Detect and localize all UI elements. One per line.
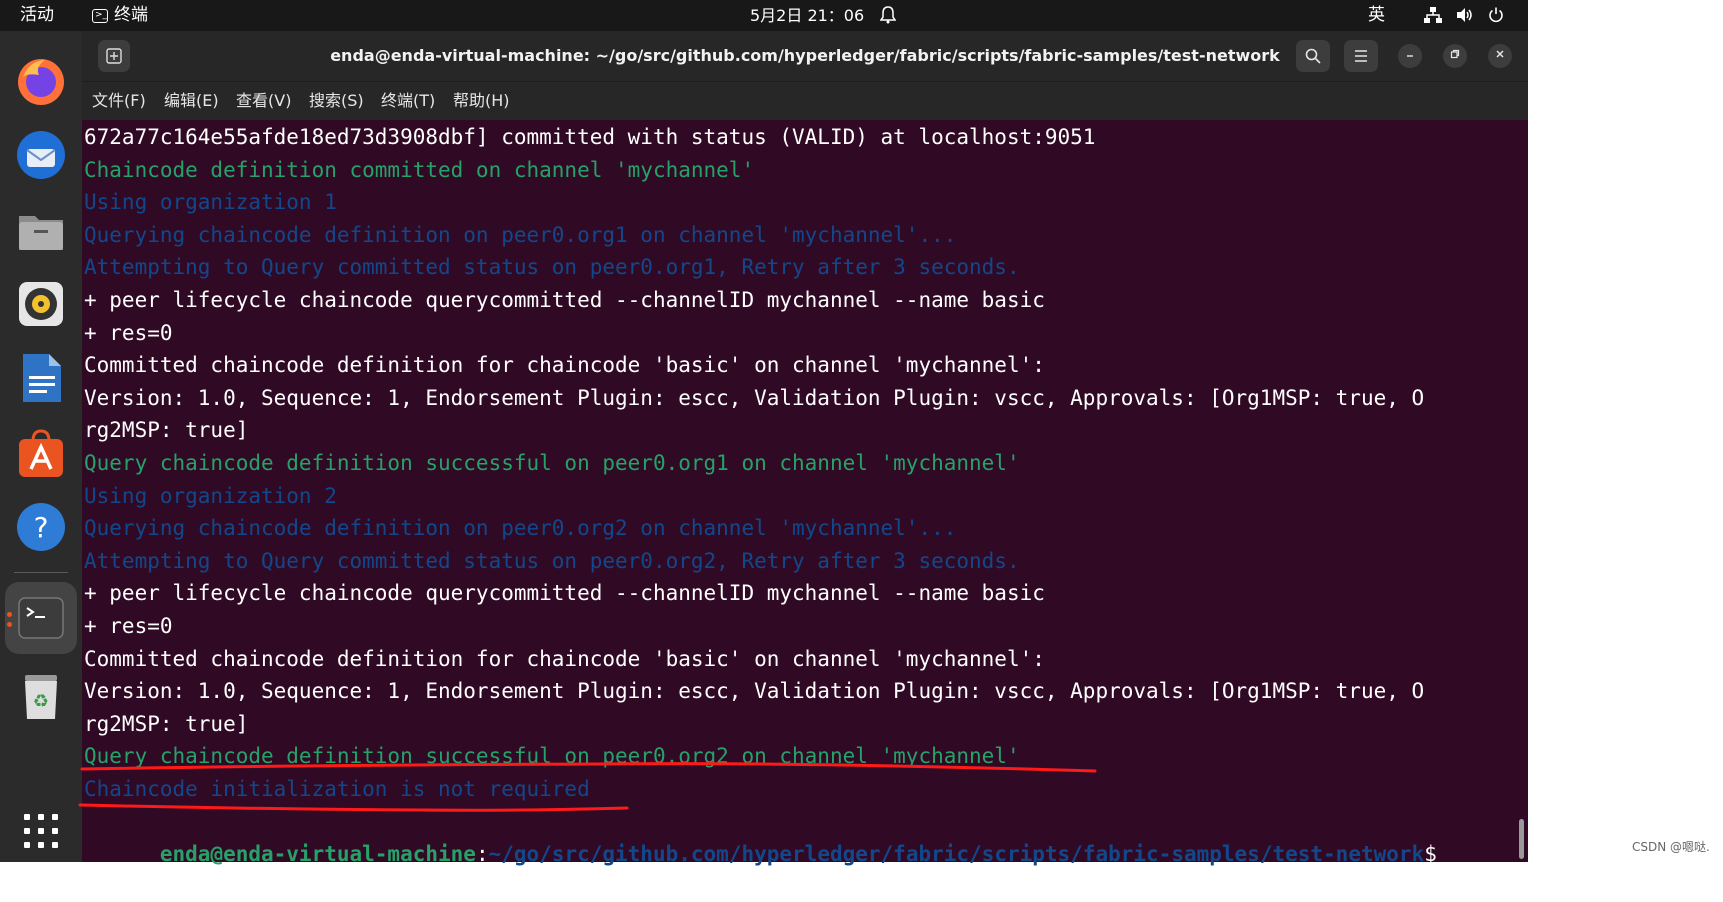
terminal-line: Using organization 2 (84, 483, 337, 508)
menu-terminal[interactable]: 终端(T) (381, 82, 435, 120)
svg-text:♻: ♻ (33, 691, 49, 712)
svg-text:?: ? (34, 511, 49, 544)
maximize-button[interactable] (1443, 44, 1467, 68)
terminal-line: Chaincode definition committed on channe… (84, 157, 755, 182)
restore-icon (1450, 49, 1460, 59)
terminal-line: rg2MSP: true] (84, 711, 249, 736)
menu-file[interactable]: 文件(F) (92, 82, 146, 120)
terminal-line: Query chaincode definition successful on… (84, 451, 1020, 475)
app-name: 终端 (114, 5, 148, 25)
terminal-line: + res=0 (84, 614, 173, 638)
close-icon (1496, 50, 1504, 58)
terminal-line: Committed chaincode definition for chain… (84, 353, 1045, 378)
watermark: CSDN @嗯哒. (1632, 840, 1710, 854)
firefox-icon[interactable] (15, 55, 67, 107)
show-apps-icon[interactable] (15, 805, 67, 857)
search-icon (1305, 48, 1321, 64)
trash-icon[interactable]: ♻ (15, 671, 67, 723)
terminal-line: Querying chaincode definition on peer0.o… (84, 516, 957, 541)
terminal-line: 672a77c164e55afde18ed73d3908dbf] committ… (84, 125, 1096, 149)
minimize-button[interactable] (1398, 44, 1422, 68)
terminal-line: Query chaincode definition successful on… (84, 744, 1020, 769)
minimize-icon (1407, 55, 1413, 57)
menu-edit[interactable]: 编辑(E) (164, 82, 219, 120)
terminal-line: Using organization 1 (84, 190, 337, 215)
prompt-line[interactable]: enda@enda-virtual-machine:~/go/src/githu… (84, 806, 1437, 902)
menu-bar: 文件(F) 编辑(E) 查看(V) 搜索(S) 终端(T) 帮助(H) (82, 81, 1528, 120)
hamburger-menu-button[interactable] (1344, 40, 1378, 72)
terminal-line: + peer lifecycle chaincode querycommitte… (84, 288, 1045, 312)
menu-search[interactable]: 搜索(S) (309, 82, 364, 120)
input-method-indicator[interactable]: 英 (1368, 0, 1385, 31)
terminal-line: Version: 1.0, Sequence: 1, Endorsement P… (84, 679, 1425, 704)
terminal-line: Querying chaincode definition on peer0.o… (84, 222, 957, 247)
terminal-line: + res=0 (84, 320, 173, 345)
thunderbird-icon[interactable] (15, 129, 67, 181)
dock-separator (14, 572, 68, 573)
close-button[interactable] (1488, 44, 1512, 68)
activities-button[interactable]: 活动 (20, 0, 54, 31)
terminal-window: enda@enda-virtual-machine: ~/go/src/gith… (82, 31, 1528, 866)
libreoffice-writer-icon[interactable] (15, 352, 67, 404)
terminal-line: Chaincode initialization is not required (84, 777, 590, 801)
scrollbar[interactable] (1519, 819, 1524, 859)
terminal-line: rg2MSP: true] (84, 418, 249, 443)
power-icon[interactable] (1488, 0, 1504, 31)
notification-bell-icon[interactable] (879, 0, 897, 31)
menu-help[interactable]: 帮助(H) (453, 82, 510, 120)
title-bar[interactable]: enda@enda-virtual-machine: ~/go/src/gith… (82, 31, 1528, 81)
terminal-line: Version: 1.0, Sequence: 1, Endorsement P… (84, 385, 1425, 410)
top-bar: 活动 >_ 终端 5月2日 21：06 英 (0, 0, 1528, 31)
terminal-line: Attempting to Query committed status on … (84, 255, 1020, 280)
volume-icon[interactable] (1456, 0, 1474, 31)
app-center-icon[interactable] (15, 427, 67, 479)
clock[interactable]: 5月2日 21：06 (750, 0, 864, 31)
search-button[interactable] (1296, 40, 1330, 72)
help-icon[interactable]: ? (15, 501, 67, 553)
running-indicator (7, 622, 12, 627)
app-menu[interactable]: >_ 终端 (92, 0, 148, 31)
rhythmbox-icon[interactable] (15, 278, 67, 330)
network-icon[interactable] (1424, 0, 1442, 31)
running-indicator (7, 612, 12, 617)
terminal-icon[interactable] (15, 592, 67, 644)
terminal-line: Committed chaincode definition for chain… (84, 646, 1045, 671)
terminal-line: Attempting to Query committed status on … (84, 548, 1020, 573)
terminal-output[interactable]: 672a77c164e55afde18ed73d3908dbf] committ… (82, 119, 1528, 866)
terminal-small-icon: >_ (92, 8, 108, 23)
menu-view[interactable]: 查看(V) (236, 82, 291, 120)
new-tab-button[interactable] (98, 40, 130, 72)
files-icon[interactable] (15, 204, 67, 256)
terminal-line: + peer lifecycle chaincode querycommitte… (84, 581, 1045, 606)
hamburger-icon (1355, 50, 1367, 62)
dock: ? ♻ (0, 31, 82, 862)
